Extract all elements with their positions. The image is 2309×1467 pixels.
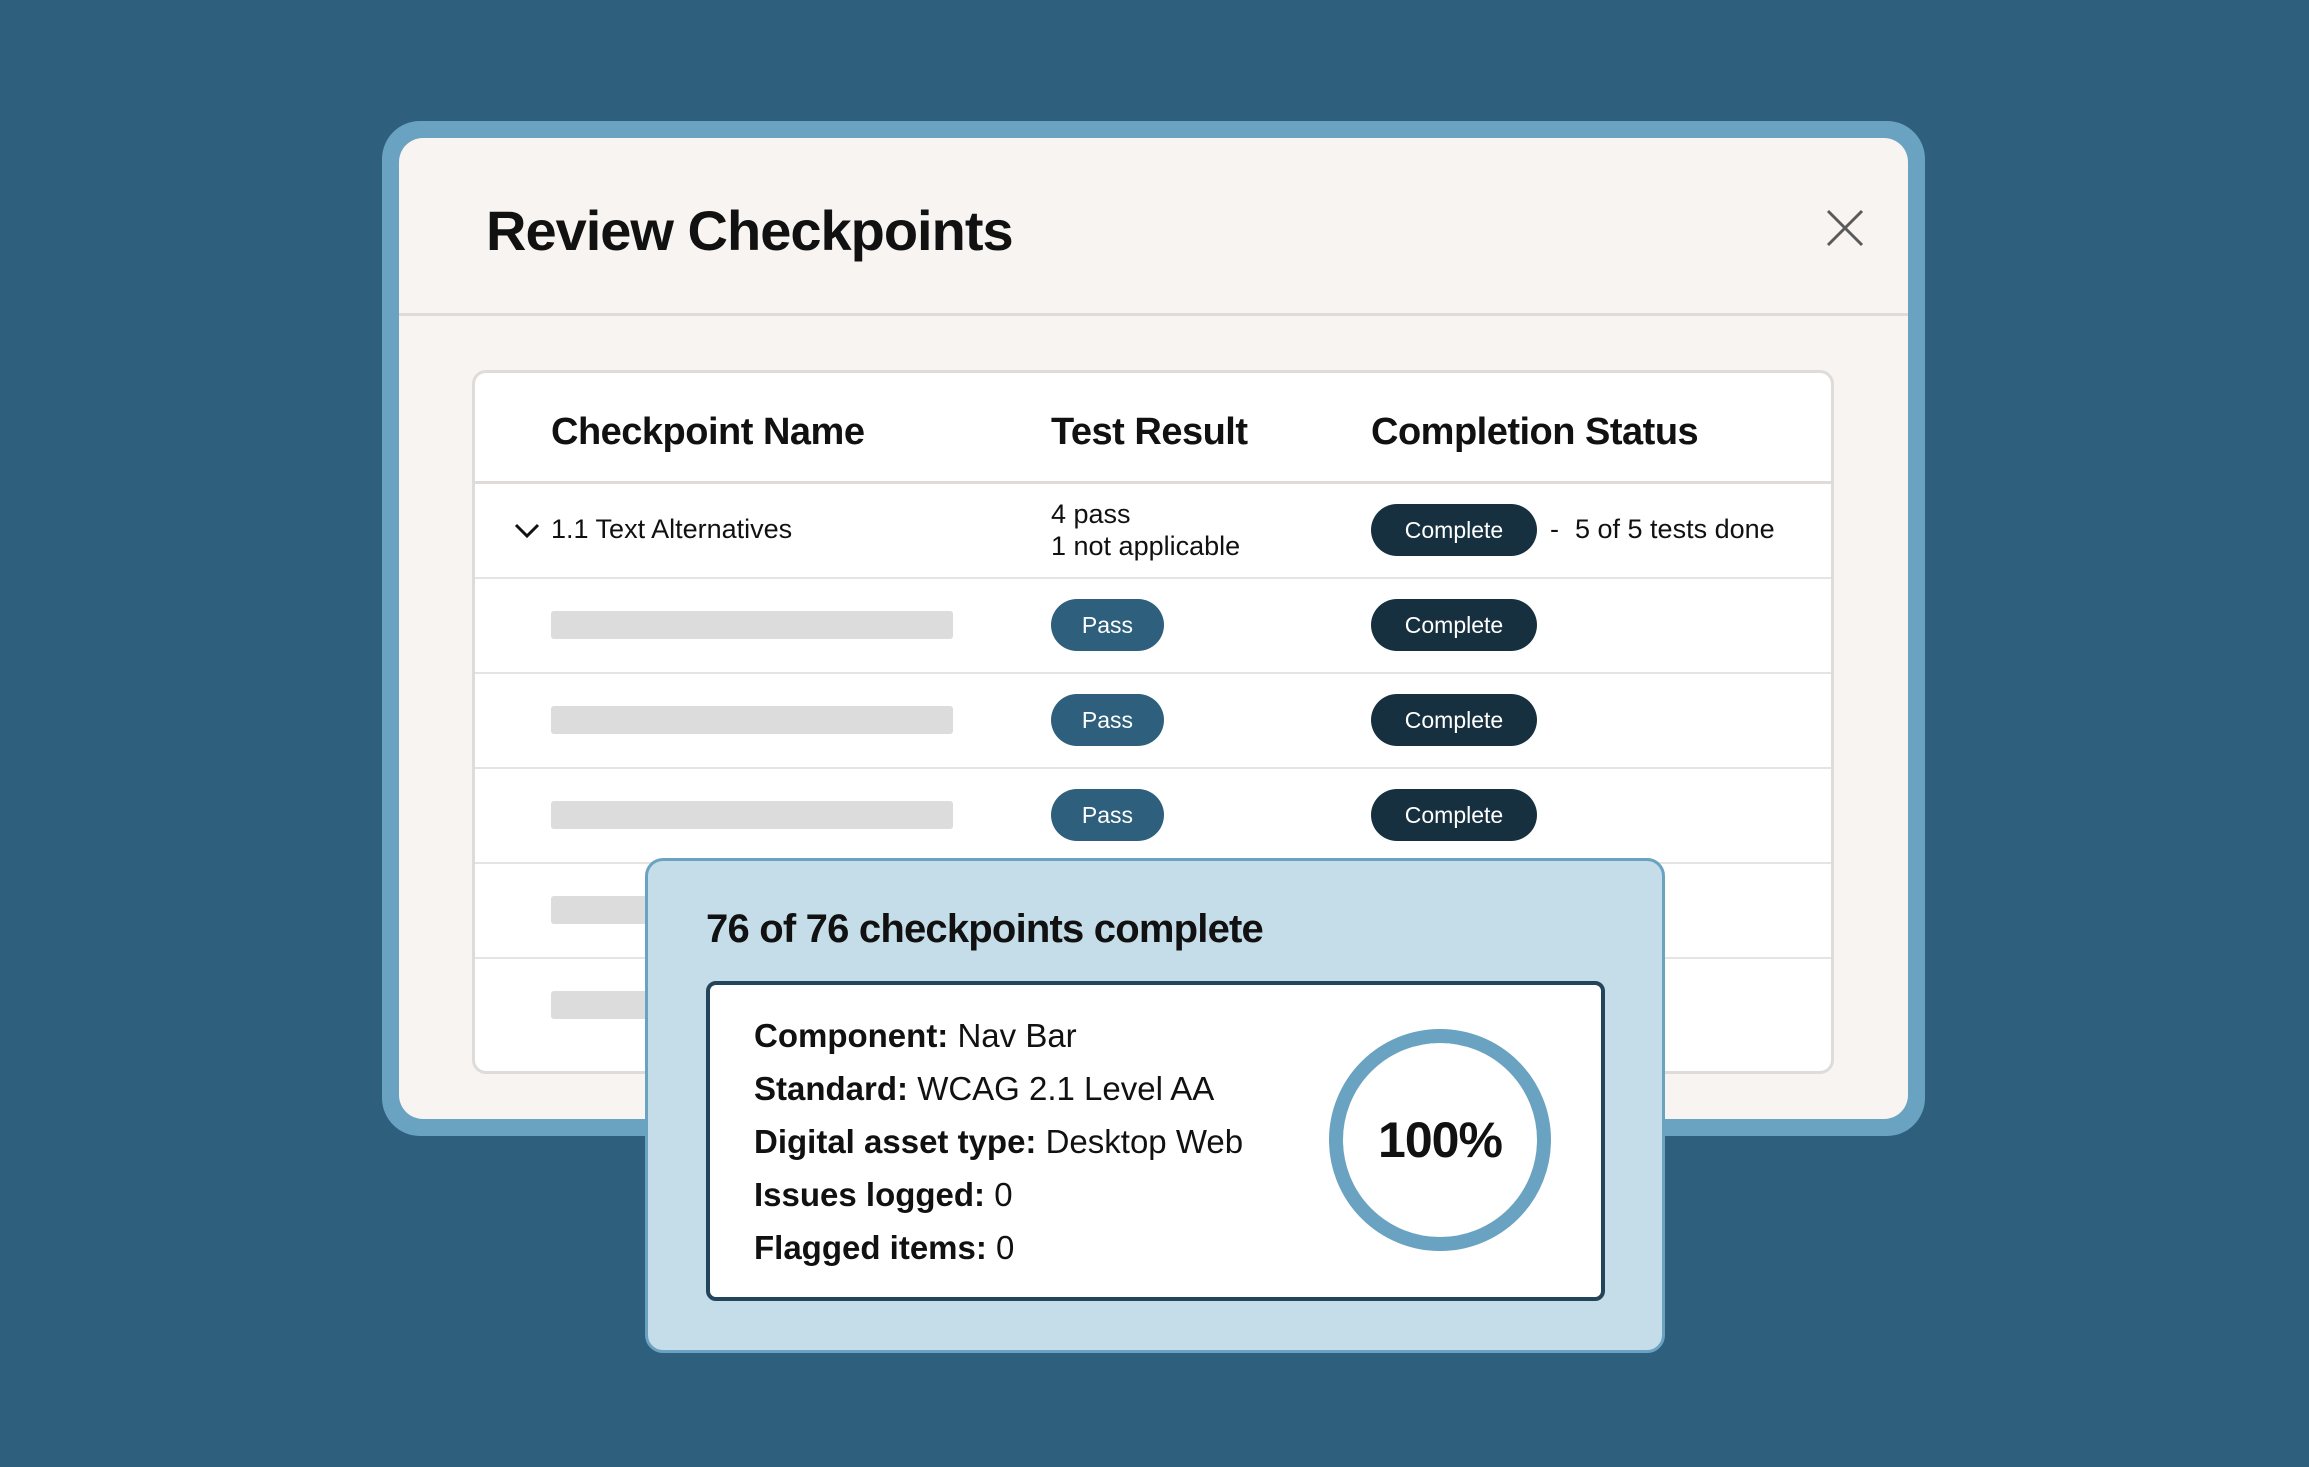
detail-digital-asset-type: Digital asset type: Desktop Web — [754, 1115, 1243, 1168]
detail-label: Flagged items: — [754, 1229, 987, 1266]
group-result-not-applicable-count: 1 not applicable — [1051, 531, 1241, 561]
detail-standard: Standard: WCAG 2.1 Level AA — [754, 1062, 1243, 1115]
completion-progress-ring: 100% — [1328, 1028, 1552, 1252]
table-row[interactable]: Pass Complete — [475, 769, 1831, 864]
table-row[interactable]: Pass Complete — [475, 579, 1831, 674]
result-badge: Pass — [1051, 789, 1164, 841]
placeholder-bar — [551, 706, 953, 734]
detail-label: Standard: — [754, 1070, 909, 1107]
status-detail: 5 of 5 tests done — [1575, 514, 1775, 544]
chevron-down-icon — [514, 523, 540, 539]
detail-value: WCAG 2.1 Level AA — [917, 1070, 1215, 1107]
status-separator: - — [1550, 514, 1559, 544]
status-badge: Complete — [1371, 694, 1537, 746]
summary-detail-list: Component: Nav Bar Standard: WCAG 2.1 Le… — [754, 1009, 1243, 1274]
detail-label: Issues logged: — [754, 1176, 986, 1213]
checkpoint-group-name: 1.1 Text Alternatives — [551, 514, 793, 544]
modal-header: Review Checkpoints — [399, 138, 1908, 316]
checkpoints-summary-card: 76 of 76 checkpoints complete Component:… — [645, 858, 1665, 1353]
detail-label: Digital asset type: — [754, 1123, 1037, 1160]
close-button[interactable] — [1820, 203, 1870, 253]
status-badge: Complete — [1371, 504, 1537, 556]
detail-value: 0 — [996, 1229, 1015, 1266]
summary-title: 76 of 76 checkpoints complete — [706, 907, 1264, 951]
status-badge: Complete — [1371, 599, 1537, 651]
summary-details-box: Component: Nav Bar Standard: WCAG 2.1 Le… — [706, 981, 1605, 1301]
result-badge: Pass — [1051, 599, 1164, 651]
detail-value: 0 — [994, 1176, 1013, 1213]
modal-title: Review Checkpoints — [486, 199, 1014, 262]
table-row[interactable]: Pass Complete — [475, 674, 1831, 769]
detail-value: Desktop Web — [1045, 1123, 1244, 1160]
status-badge: Complete — [1371, 789, 1537, 841]
placeholder-bar — [551, 801, 953, 829]
table-row-group-text-alternatives[interactable]: 1.1 Text Alternatives 4 pass 1 not appli… — [475, 484, 1831, 579]
group-test-result: 4 pass 1 not applicable — [1051, 498, 1240, 562]
detail-issues-logged: Issues logged: 0 — [754, 1168, 1243, 1221]
group-result-pass-count: 4 pass — [1051, 499, 1131, 529]
column-header-completion-status: Completion Status — [1371, 411, 1699, 453]
result-badge: Pass — [1051, 694, 1164, 746]
detail-flagged-items: Flagged items: 0 — [754, 1221, 1243, 1274]
detail-label: Component: — [754, 1017, 949, 1054]
detail-component: Component: Nav Bar — [754, 1009, 1243, 1062]
column-header-checkpoint-name: Checkpoint Name — [551, 411, 865, 453]
expand-toggle[interactable] — [513, 520, 541, 540]
detail-value: Nav Bar — [957, 1017, 1077, 1054]
close-icon — [1826, 209, 1864, 247]
placeholder-bar — [551, 611, 953, 639]
column-header-test-result: Test Result — [1051, 411, 1248, 453]
progress-percent-label: 100% — [1378, 1112, 1503, 1168]
